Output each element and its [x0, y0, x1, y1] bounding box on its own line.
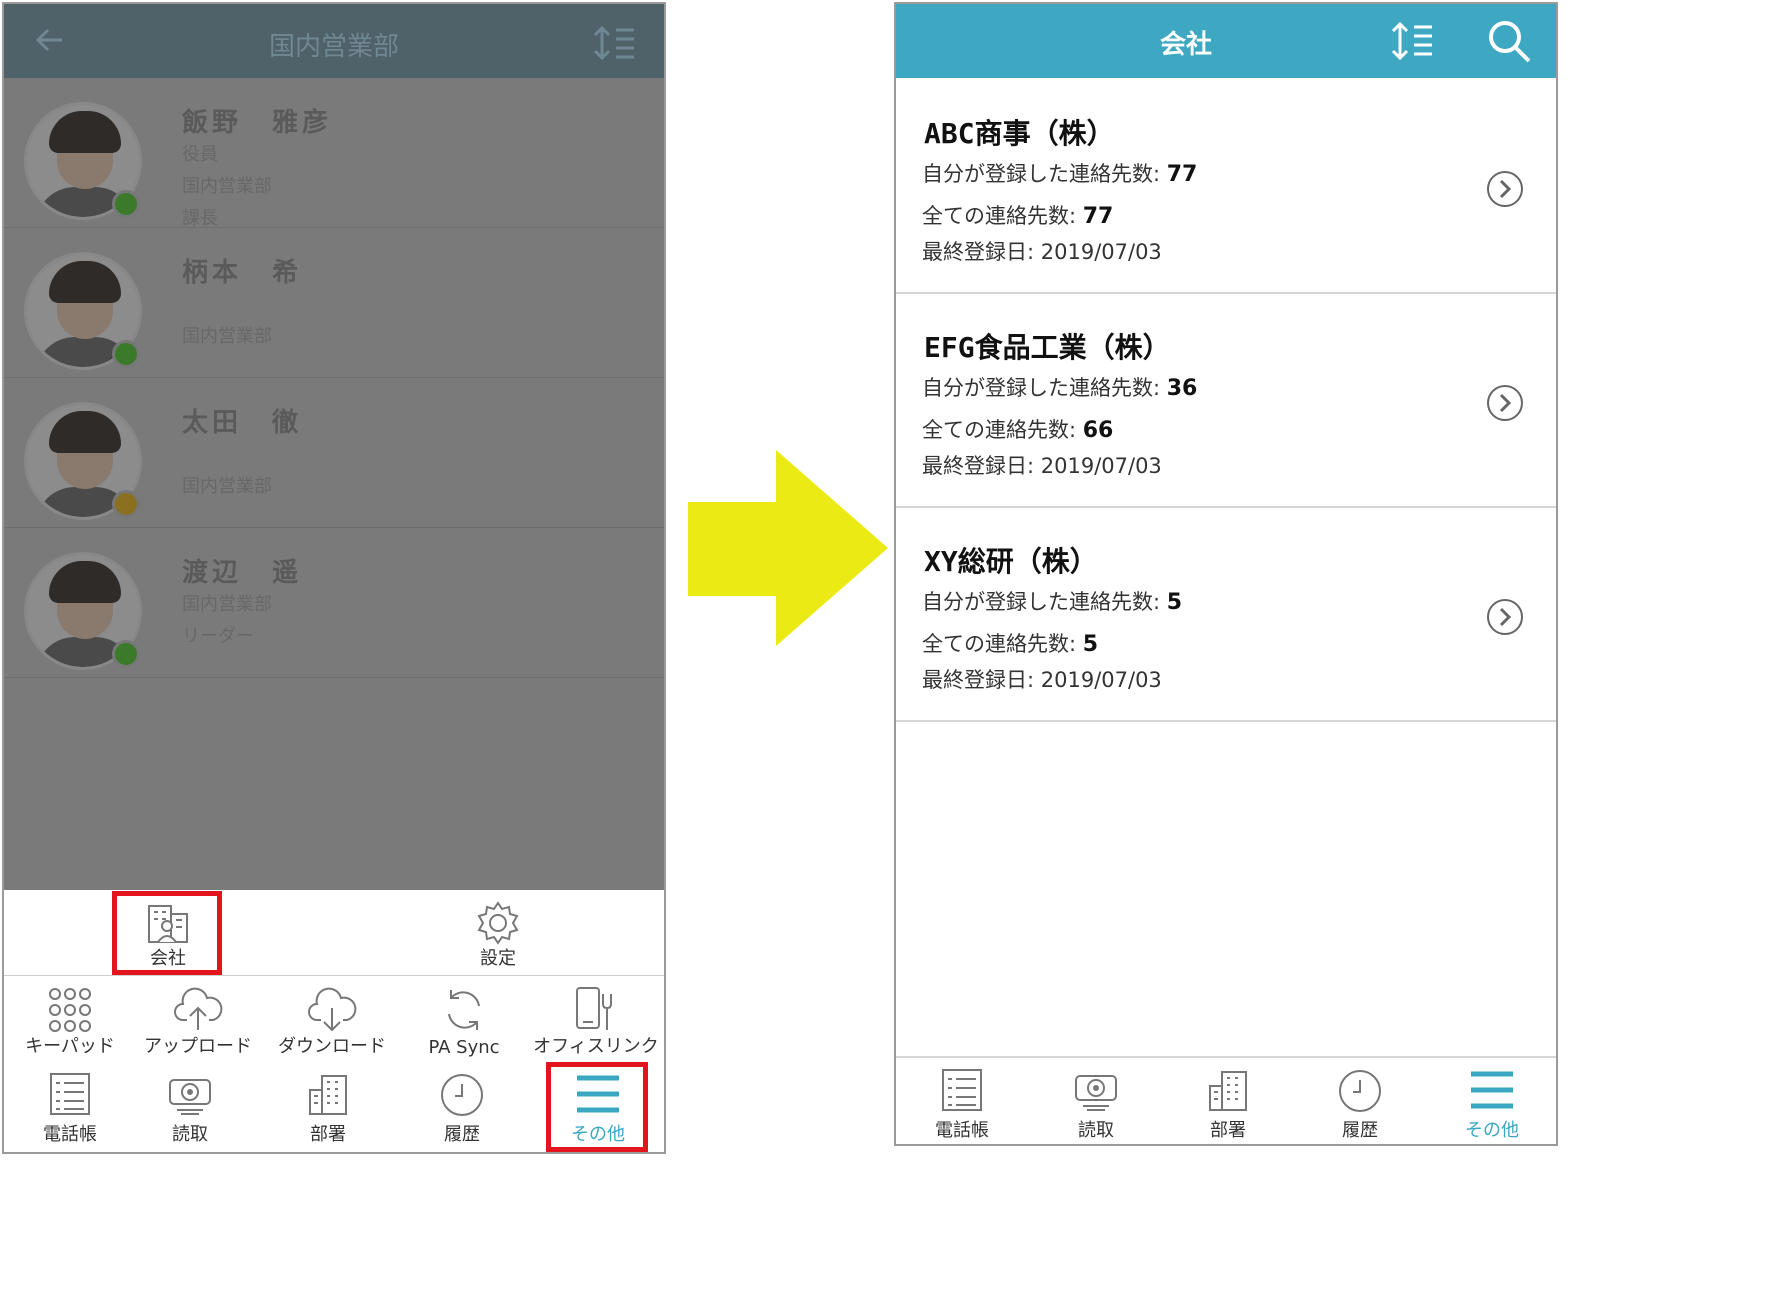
status-online-icon — [112, 340, 140, 368]
left-screen: 国内営業部 飯野 雅彦 役員 国内営業部 課長 柄本 希 国内営業部 太田 徹 … — [2, 2, 666, 1154]
upload-button[interactable]: アップロード — [132, 976, 264, 1064]
contact-title: 役員 — [182, 144, 218, 165]
contact-department: 国内営業部 — [182, 594, 272, 615]
page-title: 会社 — [1160, 30, 1213, 60]
tab-scan-label: 読取 — [172, 1124, 208, 1145]
office-link-icon — [576, 987, 612, 1030]
office-link-label: オフィスリンク — [533, 1036, 659, 1057]
phonebook-icon — [50, 1073, 90, 1115]
last-registered-date: 最終登録日: 2019/07/03 — [922, 454, 1162, 478]
page-title: 国内営業部 — [268, 32, 399, 62]
cloud-download-icon — [308, 987, 357, 1032]
contact-department: 国内営業部 — [182, 176, 272, 197]
status-online-icon — [112, 640, 140, 668]
contact-row[interactable]: 飯野 雅彦 役員 国内営業部 課長 — [4, 78, 664, 229]
tab-phonebook[interactable]: 電話帳 — [4, 1062, 136, 1152]
company-name: XY総研（株） — [924, 545, 1098, 578]
tools-row: キーパッド アップロード ダウンロード PA Sync オフィスリンク — [4, 976, 664, 1064]
contact-list: 飯野 雅彦 役員 国内営業部 課長 柄本 希 国内営業部 太田 徹 国内営業部 — [4, 78, 664, 890]
sort-icon[interactable] — [1390, 20, 1436, 62]
search-icon[interactable] — [1486, 18, 1532, 64]
download-button[interactable]: ダウンロード — [266, 976, 398, 1064]
department-building-icon — [309, 1075, 347, 1115]
clock-icon — [1339, 1070, 1381, 1112]
status-away-icon — [112, 490, 140, 518]
tab-more-label: その他 — [1465, 1120, 1519, 1141]
contact-row[interactable]: 太田 徹 国内営業部 — [4, 378, 664, 528]
chevron-right-icon[interactable] — [1486, 598, 1524, 636]
settings-menu-label: 設定 — [480, 948, 516, 969]
tab-phonebook[interactable]: 電話帳 — [896, 1058, 1028, 1144]
keypad-icon — [49, 988, 91, 1032]
clock-icon — [441, 1074, 483, 1116]
all-contact-count: 全ての連絡先数: 77 — [922, 204, 1114, 229]
tab-history-label: 履歴 — [1342, 1120, 1378, 1141]
menu-icon — [1471, 1071, 1513, 1109]
company-name: ABC商事（株） — [924, 117, 1115, 150]
company-name: EFG食品工業（株） — [924, 331, 1171, 364]
tab-department[interactable]: 部署 — [262, 1062, 394, 1152]
sync-icon — [448, 990, 480, 1030]
status-online-icon — [112, 190, 140, 218]
tab-history-label: 履歴 — [444, 1124, 480, 1145]
phonebook-icon — [942, 1069, 982, 1111]
pa-sync-button[interactable]: PA Sync — [398, 976, 530, 1064]
more-menu-panel: 会社 設定 — [4, 890, 664, 976]
my-contact-count: 自分が登録した連絡先数: 36 — [922, 376, 1198, 401]
contact-title — [182, 289, 302, 321]
tab-phonebook-label: 電話帳 — [43, 1124, 97, 1145]
settings-menu-item[interactable]: 設定 — [428, 896, 568, 972]
contact-department: 国内営業部 — [182, 326, 272, 347]
tab-phonebook-label: 電話帳 — [935, 1120, 989, 1141]
camera-icon — [169, 1079, 211, 1115]
download-label: ダウンロード — [278, 1036, 386, 1057]
contact-title — [182, 439, 302, 471]
contact-name: 飯野 雅彦 — [182, 108, 333, 138]
tab-department-label: 部署 — [1210, 1120, 1246, 1141]
sort-icon[interactable] — [592, 24, 638, 62]
highlight-box-more — [546, 1062, 648, 1152]
gear-icon — [477, 901, 519, 945]
keypad-button[interactable]: キーパッド — [4, 976, 136, 1064]
tab-scan[interactable]: 読取 — [1030, 1058, 1162, 1144]
right-arrow-icon — [688, 450, 888, 646]
tab-history[interactable]: 履歴 — [1294, 1058, 1426, 1144]
contact-name: 太田 徹 — [182, 408, 303, 438]
camera-icon — [1075, 1075, 1117, 1111]
last-registered-date: 最終登録日: 2019/07/03 — [922, 240, 1162, 264]
upload-label: アップロード — [144, 1036, 252, 1057]
right-header: 会社 — [896, 4, 1556, 78]
right-screen: 会社 ABC商事（株） 自分が登録した連絡先数: 77 全ての連絡先数: 77 … — [894, 2, 1558, 1146]
office-link-button[interactable]: オフィスリンク — [530, 976, 662, 1064]
all-contact-count: 全ての連絡先数: 5 — [922, 632, 1099, 657]
company-row[interactable]: ABC商事（株） 自分が登録した連絡先数: 77 全ての連絡先数: 77 最終登… — [896, 80, 1556, 294]
my-contact-count: 自分が登録した連絡先数: 77 — [922, 162, 1198, 187]
last-registered-date: 最終登録日: 2019/07/03 — [922, 668, 1162, 692]
chevron-right-icon[interactable] — [1486, 384, 1524, 422]
company-row[interactable]: EFG食品工業（株） 自分が登録した連絡先数: 36 全ての連絡先数: 66 最… — [896, 294, 1556, 508]
contact-department: 国内営業部 — [182, 476, 272, 497]
cloud-upload-icon — [174, 987, 223, 1030]
contact-name: 柄本 希 — [182, 258, 303, 288]
contact-row[interactable]: 渡辺 遥 国内営業部 リーダー — [4, 528, 664, 678]
all-contact-count: 全ての連絡先数: 66 — [922, 418, 1114, 443]
pa-sync-label: PA Sync — [428, 1037, 500, 1058]
tab-more[interactable]: その他 — [1426, 1058, 1556, 1144]
highlight-box-company — [112, 891, 222, 975]
department-building-icon — [1209, 1071, 1247, 1111]
left-header: 国内営業部 — [4, 4, 664, 78]
tab-bar: 電話帳 読取 部署 履歴 その他 — [896, 1056, 1556, 1144]
company-row[interactable]: XY総研（株） 自分が登録した連絡先数: 5 全ての連絡先数: 5 最終登録日:… — [896, 508, 1556, 722]
my-contact-count: 自分が登録した連絡先数: 5 — [922, 590, 1183, 615]
tab-department[interactable]: 部署 — [1162, 1058, 1294, 1144]
tab-history[interactable]: 履歴 — [396, 1062, 528, 1152]
contact-row[interactable]: 柄本 希 国内営業部 — [4, 228, 664, 378]
contact-name: 渡辺 遥 — [182, 558, 303, 588]
tab-scan[interactable]: 読取 — [124, 1062, 256, 1152]
tab-scan-label: 読取 — [1078, 1120, 1114, 1141]
chevron-right-icon[interactable] — [1486, 170, 1524, 208]
tab-department-label: 部署 — [310, 1124, 346, 1145]
contact-position: リーダー — [182, 626, 254, 647]
